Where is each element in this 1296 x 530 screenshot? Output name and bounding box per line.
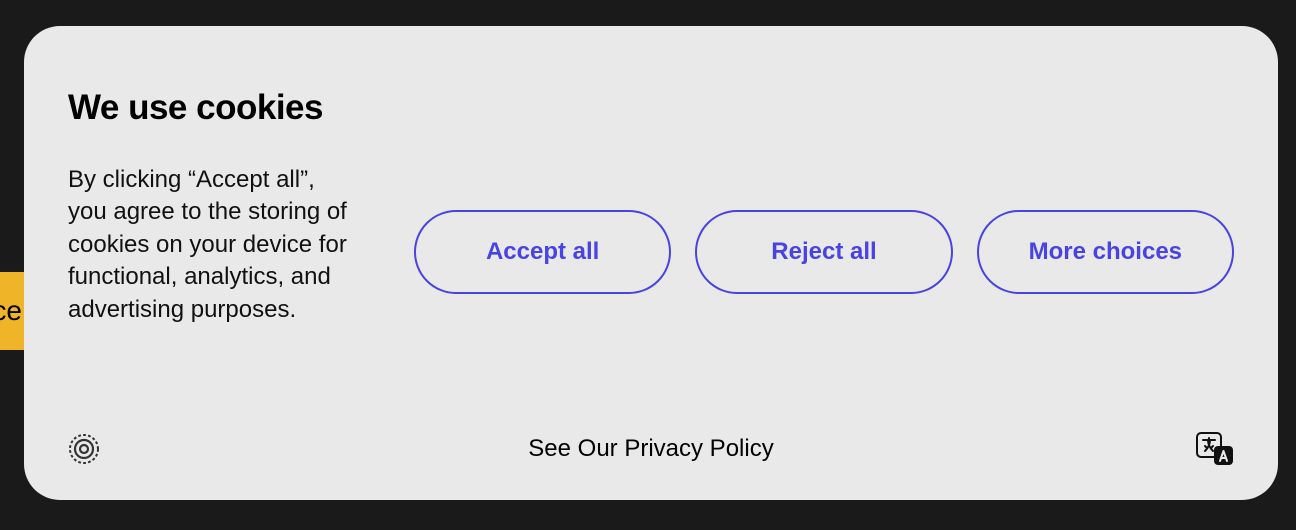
more-choices-button[interactable]: More choices	[977, 210, 1234, 294]
dialog-text-column: We use cookies By clicking “Accept all”,…	[68, 90, 358, 412]
dialog-description: By clicking “Accept all”, you agree to t…	[68, 164, 358, 326]
cookie-consent-dialog: We use cookies By clicking “Accept all”,…	[24, 26, 1278, 500]
accept-all-label: Accept all	[486, 238, 599, 266]
reject-all-label: Reject all	[771, 238, 876, 266]
privacy-policy-link[interactable]: See Our Privacy Policy	[528, 435, 773, 463]
accept-all-button[interactable]: Accept all	[414, 210, 671, 294]
dialog-top-row: We use cookies By clicking “Accept all”,…	[68, 90, 1234, 412]
more-choices-label: More choices	[1029, 238, 1182, 266]
background-text: ce	[0, 295, 22, 327]
language-switch-icon[interactable]	[1196, 432, 1234, 466]
dialog-title: We use cookies	[68, 88, 358, 128]
background-page-fragment: ce	[0, 272, 24, 350]
dialog-footer: See Our Privacy Policy	[68, 432, 1234, 466]
dialog-button-row: Accept all Reject all More choices	[414, 90, 1234, 412]
consent-provider-icon	[68, 433, 100, 465]
reject-all-button[interactable]: Reject all	[695, 210, 952, 294]
